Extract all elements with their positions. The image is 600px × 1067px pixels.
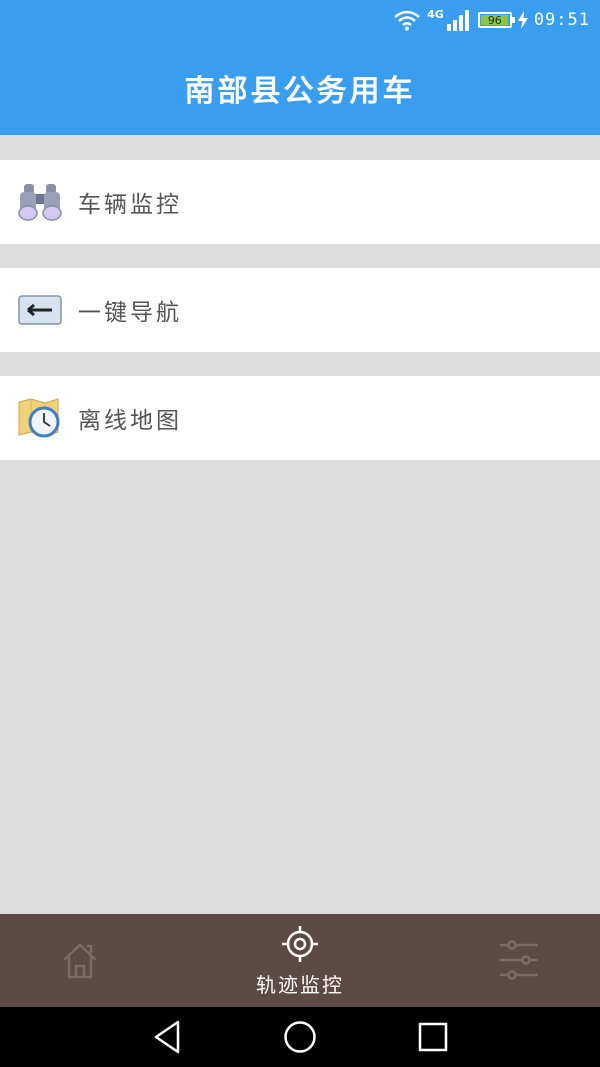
charging-icon — [517, 11, 528, 29]
clock: 09:51 — [533, 10, 590, 30]
back-arrow-icon — [18, 295, 62, 325]
home-icon — [63, 943, 97, 979]
nav-item-settings[interactable] — [450, 914, 590, 1007]
target-icon — [282, 926, 318, 962]
menu-item-label: 离线地图 — [78, 408, 182, 434]
system-navigation-bar — [0, 1007, 600, 1067]
app-header: 南部县公务用车 — [0, 40, 600, 135]
menu-item-label: 车辆监控 — [78, 192, 182, 218]
nav-item-home[interactable] — [10, 914, 150, 1007]
menu-item-one-key-navigation[interactable]: 一键导航 — [0, 268, 600, 352]
nav-item-track-monitor[interactable]: 轨迹监控 — [230, 914, 370, 1007]
back-triangle-icon[interactable] — [148, 1019, 188, 1055]
status-icons: 4G 96 09:51 — [393, 6, 590, 34]
wifi-icon — [394, 10, 420, 31]
battery-icon: 96 — [477, 12, 515, 28]
page-title: 南部县公务用车 — [184, 73, 416, 109]
binoculars-icon — [18, 184, 62, 221]
settings-sliders-icon — [500, 940, 538, 980]
status-bar: 4G 96 09:51 — [0, 0, 600, 40]
menu-item-label: 一键导航 — [78, 300, 182, 326]
battery-level-text: 96 — [487, 13, 502, 27]
menu-item-offline-map[interactable]: 离线地图 — [0, 376, 600, 460]
signal-icon — [446, 10, 469, 31]
network-type-label: 4G — [427, 7, 444, 21]
map-clock-icon — [18, 398, 60, 438]
bottom-navigation: 轨迹监控 — [0, 914, 600, 1007]
home-circle-icon[interactable] — [280, 1019, 320, 1055]
nav-item-label: 轨迹监控 — [256, 973, 344, 997]
menu-item-vehicle-monitor[interactable]: 车辆监控 — [0, 160, 600, 244]
recents-square-icon[interactable] — [414, 1019, 454, 1055]
